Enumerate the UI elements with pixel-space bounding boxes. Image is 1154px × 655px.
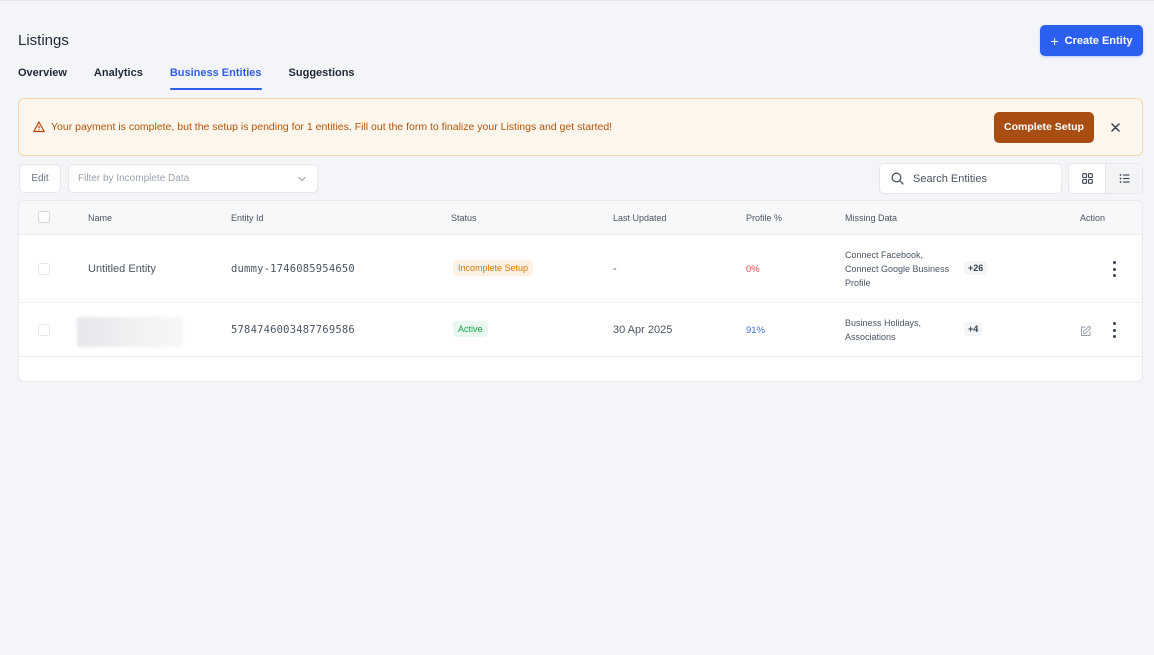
list-icon [1119, 173, 1130, 184]
header-action: Action [1080, 213, 1106, 223]
missing-item: Connect Google Business [845, 264, 950, 274]
more-missing-badge[interactable]: +4 [964, 322, 983, 336]
more-options-icon[interactable] [1112, 261, 1116, 277]
filter-placeholder: Filter by Incomplete Data [78, 173, 190, 184]
plus-icon: + [1050, 32, 1059, 49]
entity-name[interactable]: Untitled Entity [88, 263, 156, 275]
banner-message: Your payment is complete, but the setup … [51, 121, 613, 133]
table-row: 5784746003487769586 Active 30 Apr 2025 9… [19, 303, 1142, 357]
grid-icon [1081, 173, 1093, 184]
view-toggle [1068, 163, 1143, 194]
missing-item: Business Holidays, [845, 318, 922, 328]
chevron-down-icon [297, 174, 307, 184]
tab-analytics[interactable]: Analytics [94, 64, 143, 90]
setup-pending-banner: Your payment is complete, but the setup … [18, 98, 1143, 156]
header-status: Status [451, 213, 477, 223]
entity-id: 5784746003487769586 [231, 324, 355, 336]
header-profile: Profile % [746, 213, 783, 223]
tab-overview[interactable]: Overview [18, 64, 67, 90]
row-checkbox[interactable] [38, 324, 50, 336]
profile-percent: 0% [746, 264, 760, 275]
missing-data: Connect Facebook, Connect Google Busines… [845, 248, 949, 290]
search-input[interactable] [913, 172, 1053, 185]
header-missing-data: Missing Data [845, 213, 898, 223]
status-badge: Active [453, 321, 488, 337]
select-all-checkbox[interactable] [38, 211, 50, 223]
more-missing-badge[interactable]: +26 [964, 261, 988, 275]
more-options-icon[interactable] [1112, 322, 1116, 338]
profile-percent: 91% [746, 325, 766, 336]
header-last-updated: Last Updated [613, 213, 667, 223]
header-name: Name [88, 213, 113, 223]
row-checkbox[interactable] [38, 263, 50, 275]
complete-setup-button[interactable]: Complete Setup [994, 111, 1094, 143]
edit-button[interactable]: Edit [19, 164, 61, 193]
tab-bar: Overview Analytics Business Entities Sug… [18, 64, 382, 90]
table-row: Untitled Entity dummy-1746085954650 Inco… [19, 235, 1142, 303]
table-header: Name Entity Id Status Last Updated Profi… [19, 201, 1142, 235]
entity-id: dummy-1746085954650 [231, 263, 355, 275]
tab-business-entities[interactable]: Business Entities [169, 64, 262, 90]
close-icon[interactable] [1108, 120, 1122, 134]
missing-item: Profile [845, 278, 871, 288]
last-updated: - [613, 263, 617, 275]
entity-name-redacted [77, 317, 183, 347]
search-box[interactable] [879, 163, 1062, 194]
grid-view-button[interactable] [1069, 164, 1105, 193]
status-badge: Incomplete Setup [453, 260, 534, 276]
search-icon [891, 172, 904, 185]
last-updated: 30 Apr 2025 [613, 324, 673, 336]
missing-item: Associations [845, 332, 896, 342]
create-entity-button[interactable]: + Create Entity [1040, 25, 1143, 56]
list-view-button[interactable] [1105, 164, 1142, 193]
entities-table: Name Entity Id Status Last Updated Profi… [18, 200, 1143, 382]
tab-suggestions[interactable]: Suggestions [289, 64, 355, 90]
page-title: Listings [18, 32, 69, 49]
create-entity-label: Create Entity [1064, 34, 1133, 47]
missing-data: Business Holidays, Associations [845, 316, 921, 344]
warning-triangle-icon [33, 121, 45, 133]
missing-item: Connect Facebook, [845, 250, 924, 260]
header-entity-id: Entity Id [231, 213, 264, 223]
incomplete-data-filter[interactable]: Filter by Incomplete Data [68, 164, 318, 193]
edit-icon[interactable] [1080, 324, 1092, 336]
